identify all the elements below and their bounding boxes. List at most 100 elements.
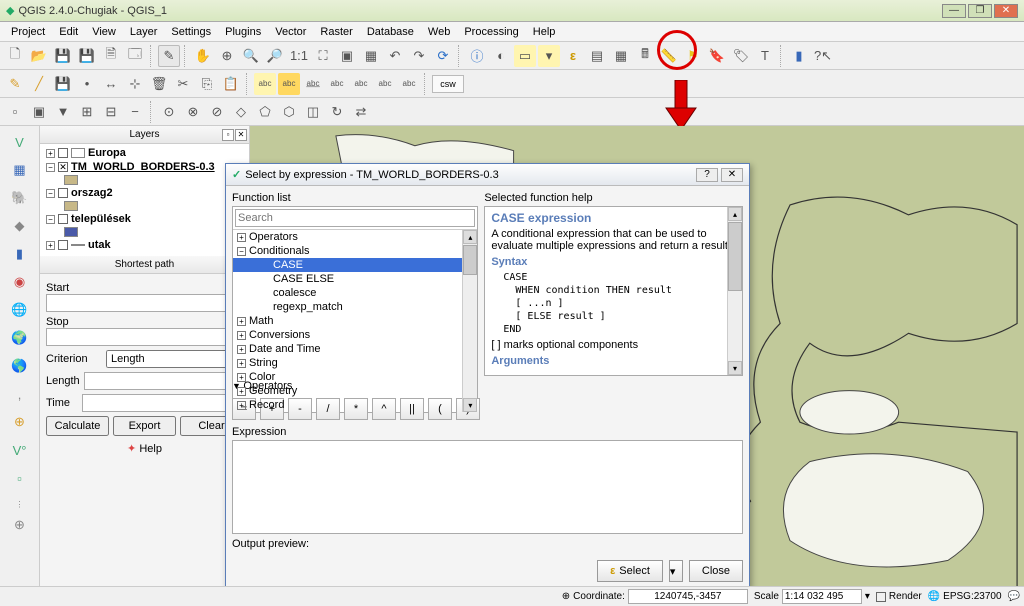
- zoom-out-icon[interactable]: 🔎: [264, 45, 286, 67]
- expand-icon[interactable]: ⊞: [76, 101, 98, 123]
- save-as-icon[interactable]: 💾: [76, 45, 98, 67]
- python-console-icon[interactable]: ▮: [788, 45, 810, 67]
- tree-datetime[interactable]: Date and Time: [249, 343, 321, 355]
- edit-pencil-icon[interactable]: ✎: [4, 73, 26, 95]
- label-pin-icon[interactable]: a̲b̲c̲: [302, 73, 324, 95]
- tree-coalesce[interactable]: coalesce: [233, 286, 477, 300]
- expand-icon[interactable]: −: [46, 215, 55, 224]
- tree-math[interactable]: Math: [249, 315, 273, 327]
- bookmark-list-icon[interactable]: 🔖: [706, 45, 728, 67]
- expand-icon[interactable]: +: [46, 149, 55, 158]
- zoom-in-icon[interactable]: 🔍: [240, 45, 262, 67]
- expand-icon[interactable]: −: [46, 189, 55, 198]
- identify-icon[interactable]: ⓘ: [466, 45, 488, 67]
- merge-icon[interactable]: ◫: [302, 101, 324, 123]
- layer-checkbox[interactable]: [58, 162, 68, 172]
- zoom-native-icon[interactable]: 1:1: [288, 45, 310, 67]
- tree-case-else[interactable]: CASE ELSE: [233, 272, 477, 286]
- window-close-button[interactable]: ✕: [994, 4, 1018, 18]
- export-button[interactable]: Export: [113, 416, 176, 436]
- topology-icon[interactable]: ⊗: [182, 101, 204, 123]
- field-calc-icon[interactable]: 🖩: [634, 45, 656, 67]
- label-show-icon[interactable]: abc: [326, 73, 348, 95]
- move-feature-icon[interactable]: ↔: [100, 73, 122, 95]
- menu-vector[interactable]: Vector: [268, 24, 313, 40]
- add-gpx-icon[interactable]: ⊕: [8, 410, 32, 434]
- tree-record[interactable]: Record: [249, 399, 284, 411]
- add-wms-icon[interactable]: 🌐: [8, 298, 32, 322]
- time-input[interactable]: [82, 394, 243, 412]
- layer-label[interactable]: TM_WORLD_BORDERS-0.3: [71, 161, 215, 173]
- menu-layer[interactable]: Layer: [123, 24, 165, 40]
- select-dropdown[interactable]: ▾: [669, 560, 683, 582]
- menu-raster[interactable]: Raster: [313, 24, 359, 40]
- filter-icon[interactable]: ▼: [52, 101, 74, 123]
- minimize-button[interactable]: —: [942, 4, 966, 18]
- toggle-editing-icon[interactable]: ✎: [158, 45, 180, 67]
- add-feature-icon[interactable]: •: [76, 73, 98, 95]
- bookmark-icon[interactable]: ⚑: [682, 45, 704, 67]
- layer-label[interactable]: Europa: [88, 147, 126, 159]
- menu-help[interactable]: Help: [526, 24, 563, 40]
- node-tool-icon[interactable]: ⊹: [124, 73, 146, 95]
- start-input[interactable]: [46, 294, 243, 312]
- pan-selection-icon[interactable]: ⊕: [216, 45, 238, 67]
- new-shapefile-icon[interactable]: ▫: [8, 466, 32, 490]
- attribute-table-icon[interactable]: ▦: [610, 45, 632, 67]
- menu-plugins[interactable]: Plugins: [218, 24, 268, 40]
- layer-label[interactable]: utak: [88, 239, 111, 251]
- save-edits-icon[interactable]: 💾: [52, 73, 74, 95]
- zoom-next-icon[interactable]: ↷: [408, 45, 430, 67]
- tree-conversions[interactable]: Conversions: [249, 329, 310, 341]
- text-annotation-icon[interactable]: T: [754, 45, 776, 67]
- help-pointer-icon[interactable]: ?↖: [812, 45, 834, 67]
- label-highlight-icon[interactable]: abc: [278, 73, 300, 95]
- select-expression-icon[interactable]: ε: [562, 45, 584, 67]
- add-csv-icon[interactable]: ,: [8, 382, 32, 406]
- measure-icon[interactable]: 📏: [658, 45, 680, 67]
- csw-button[interactable]: csw: [432, 75, 464, 93]
- tree-scrollbar[interactable]: ▴ ▾: [462, 230, 477, 412]
- select-button[interactable]: εSelect: [597, 560, 663, 582]
- add-oracle-icon[interactable]: ◉: [8, 270, 32, 294]
- menu-project[interactable]: Project: [4, 24, 52, 40]
- menu-edit[interactable]: Edit: [52, 24, 85, 40]
- scale-dropdown-icon[interactable]: ▾: [865, 591, 870, 602]
- label-change-icon[interactable]: abc: [398, 73, 420, 95]
- add-mssql-icon[interactable]: ▮: [8, 242, 32, 266]
- toggle-extents-icon[interactable]: ⊕: [562, 591, 570, 602]
- reshape-icon[interactable]: ⬠: [254, 101, 276, 123]
- add-raster-icon[interactable]: ▦: [8, 158, 32, 182]
- tree-case[interactable]: CASE: [233, 258, 477, 272]
- split-icon[interactable]: ⬡: [278, 101, 300, 123]
- criterion-select[interactable]: Length: [106, 350, 243, 368]
- layer-checkbox[interactable]: [58, 214, 68, 224]
- add-vector-icon[interactable]: V: [8, 130, 32, 154]
- new-project-icon[interactable]: 🗋: [4, 45, 26, 67]
- gps-icon[interactable]: ⊕: [8, 513, 32, 537]
- scroll-down-icon[interactable]: ▾: [728, 361, 742, 375]
- deselect-icon[interactable]: ▤: [586, 45, 608, 67]
- panel-close-icon[interactable]: ✕: [235, 129, 247, 141]
- add-shp-icon[interactable]: ▫: [4, 101, 26, 123]
- expand-icon[interactable]: −: [46, 163, 55, 172]
- layout-icon[interactable]: 🗔: [124, 45, 146, 67]
- add-postgis-icon[interactable]: 🐘: [8, 186, 32, 210]
- scroll-up-icon[interactable]: ▴: [463, 230, 477, 244]
- menu-settings[interactable]: Settings: [164, 24, 218, 40]
- delete-feature-icon[interactable]: 🗑: [148, 73, 170, 95]
- coordinate-input[interactable]: [628, 589, 748, 604]
- zoom-selection-icon[interactable]: ▣: [336, 45, 358, 67]
- length-input[interactable]: [84, 372, 243, 390]
- dialog-titlebar[interactable]: ✓ Select by expression - TM_WORLD_BORDER…: [226, 164, 749, 186]
- layer-checkbox[interactable]: [58, 240, 68, 250]
- add-virtual-icon[interactable]: V°: [8, 438, 32, 462]
- select-dropdown-icon[interactable]: ▾: [538, 45, 560, 67]
- expand-icon[interactable]: +: [46, 241, 55, 250]
- tree-string[interactable]: String: [249, 357, 278, 369]
- pan-icon[interactable]: ✋: [192, 45, 214, 67]
- add-wfs-icon[interactable]: 🌎: [8, 354, 32, 378]
- maximize-button[interactable]: ❐: [968, 4, 992, 18]
- simplify-icon[interactable]: ◇: [230, 101, 252, 123]
- help-scrollbar[interactable]: ▴ ▾: [727, 207, 742, 375]
